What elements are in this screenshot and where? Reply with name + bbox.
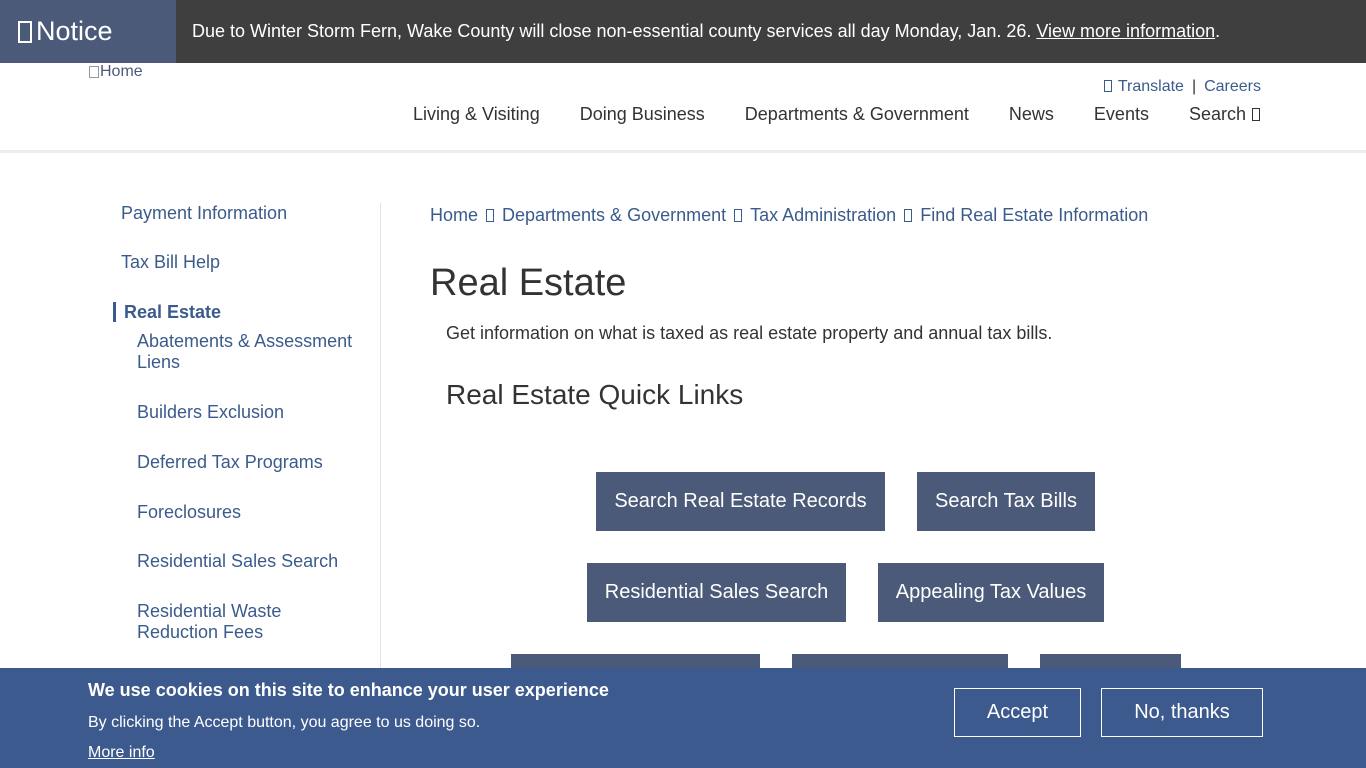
- sidebar-item-tax-bill-help[interactable]: Tax Bill Help: [121, 252, 220, 273]
- broken-image-icon: [89, 66, 99, 78]
- home-logo-link[interactable]: Home: [89, 63, 143, 81]
- translate-link[interactable]: Translate: [1103, 78, 1184, 96]
- nav-doing-business[interactable]: Doing Business: [580, 104, 705, 125]
- appealing-tax-values-button[interactable]: Appealing Tax Values: [878, 563, 1104, 622]
- breadcrumb: Home Departments & Government Tax Admini…: [430, 205, 1148, 226]
- sidebar-item-payment-information[interactable]: Payment Information: [121, 203, 287, 224]
- residential-sales-search-button[interactable]: Residential Sales Search: [587, 563, 846, 622]
- sidebar-item-residential-sales-search[interactable]: Residential Sales Search: [137, 551, 338, 572]
- cookie-accept-button[interactable]: Accept: [954, 688, 1081, 737]
- sidebar-item-waste-reduction-fees[interactable]: Residential Waste Reduction Fees: [137, 601, 327, 643]
- cookie-more-info-link[interactable]: More info: [88, 744, 155, 762]
- logo-alt-text: Home: [100, 63, 143, 80]
- nav-search[interactable]: Search: [1189, 104, 1260, 125]
- search-real-estate-records-button[interactable]: Search Real Estate Records: [596, 472, 885, 531]
- notice-message: Due to Winter Storm Fern, Wake County wi…: [176, 21, 1220, 42]
- nav-search-label: Search: [1188, 104, 1246, 124]
- notice-message-text: Due to Winter Storm Fern, Wake County wi…: [192, 21, 1037, 41]
- utility-separator: |: [1191, 78, 1197, 95]
- notice-period: .: [1215, 21, 1221, 41]
- quick-links-title: Real Estate Quick Links: [446, 379, 744, 410]
- globe-icon: [1103, 80, 1112, 92]
- careers-link[interactable]: Careers: [1204, 78, 1261, 96]
- breadcrumb-home[interactable]: Home: [430, 205, 478, 226]
- breadcrumb-tax-administration[interactable]: Tax Administration: [750, 205, 896, 226]
- breadcrumb-departments[interactable]: Departments & Government: [502, 205, 726, 226]
- nav-events[interactable]: Events: [1094, 104, 1149, 125]
- breadcrumb-find-real-estate[interactable]: Find Real Estate Information: [920, 205, 1148, 226]
- chevron-right-icon: [734, 209, 743, 222]
- notice-label-text: Notice: [36, 16, 113, 46]
- main-nav: Living & Visiting Doing Business Departm…: [413, 104, 1260, 125]
- cookie-decline-button[interactable]: No, thanks: [1101, 688, 1263, 737]
- chevron-right-icon: [486, 209, 495, 222]
- nav-departments-government[interactable]: Departments & Government: [745, 104, 969, 125]
- sidebar-item-abatements[interactable]: Abatements & Assessment Liens: [137, 331, 367, 373]
- search-icon: [1252, 108, 1260, 121]
- nav-news[interactable]: News: [1009, 104, 1054, 125]
- sidebar-divider: [380, 203, 381, 673]
- sidebar-item-builders-exclusion[interactable]: Builders Exclusion: [137, 402, 284, 423]
- sidebar-nav: Payment Information Tax Bill Help Real E…: [0, 153, 381, 673]
- notice-label: Notice: [0, 0, 176, 63]
- cookie-title: We use cookies on this site to enhance y…: [88, 680, 609, 700]
- chevron-right-icon: [904, 209, 913, 222]
- cookie-banner: We use cookies on this site to enhance y…: [0, 668, 1366, 768]
- search-tax-bills-button[interactable]: Search Tax Bills: [917, 472, 1095, 531]
- intro-text: Get information on what is taxed as real…: [446, 323, 1053, 343]
- page-title: Real Estate: [430, 262, 627, 304]
- sidebar-item-real-estate[interactable]: Real Estate: [113, 302, 221, 322]
- notice-icon: [18, 20, 32, 43]
- utility-nav: Translate | Careers: [1103, 78, 1261, 96]
- cookie-text: By clicking the Accept button, you agree…: [88, 714, 481, 731]
- nav-living-visiting[interactable]: Living & Visiting: [413, 104, 540, 125]
- notice-more-link[interactable]: View more information: [1036, 21, 1215, 41]
- site-header: Home Translate | Careers Living & Visiti…: [0, 63, 1366, 153]
- sidebar-item-foreclosures[interactable]: Foreclosures: [137, 502, 241, 523]
- sidebar-item-deferred-tax[interactable]: Deferred Tax Programs: [137, 452, 323, 473]
- translate-label: Translate: [1117, 78, 1184, 95]
- notice-bar: Notice Due to Winter Storm Fern, Wake Co…: [0, 0, 1366, 63]
